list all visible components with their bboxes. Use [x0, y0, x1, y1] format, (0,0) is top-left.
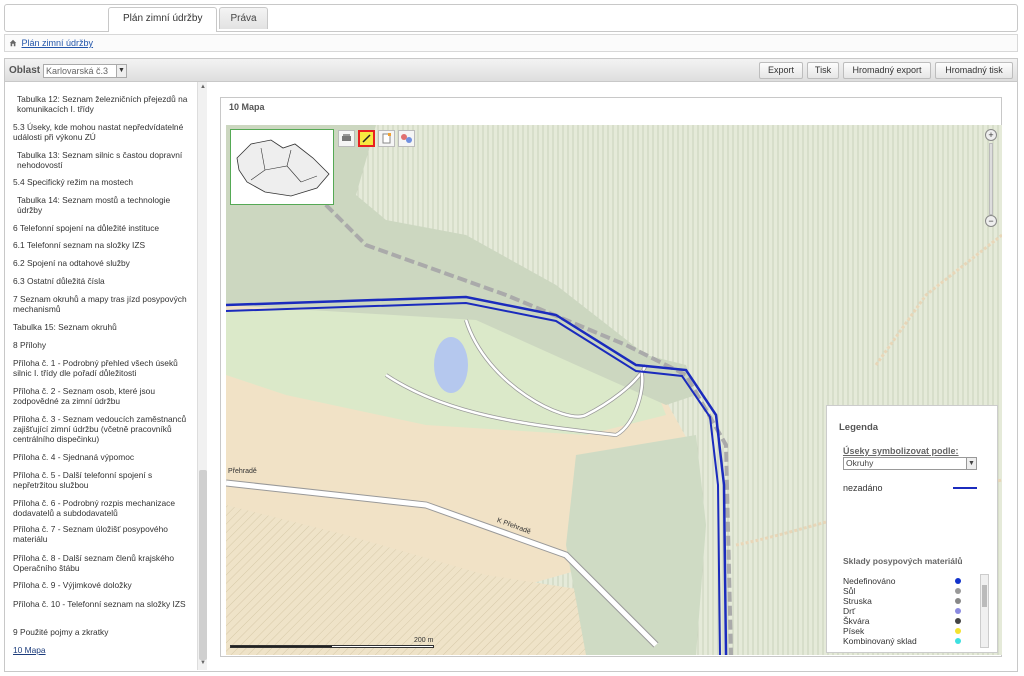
note-icon[interactable] — [378, 130, 395, 147]
legend-symbolize-value: Okruhy — [846, 458, 874, 468]
toc-item[interactable]: Tabulka 15: Seznam okruhů — [13, 322, 193, 332]
toc-item[interactable]: 6.1 Telefonní seznam na složky IZS — [13, 240, 193, 250]
layers-icon[interactable] — [338, 130, 355, 147]
legend-title: Legenda — [839, 422, 879, 433]
toc-item[interactable]: Tabulka 12: Seznam železničních přejezdů… — [17, 94, 197, 114]
toc-item[interactable]: Příloha č. 2 - Seznam osob, které jsou z… — [13, 386, 193, 406]
toc-item[interactable]: Tabulka 13: Seznam silnic s častou dopra… — [17, 150, 197, 170]
legend-symbolize-label: Úseky symbolizovat podle: — [843, 446, 959, 456]
map-panel: 10 Mapa Přehradě K Přehradě + − 200 m Le… — [220, 97, 1002, 657]
legend-scrollbar[interactable] — [980, 574, 989, 648]
legend-unassigned-label: nezadáno — [843, 483, 883, 493]
toc-item[interactable]: 5.3 Úseky, kde mohou nastat nepředvídate… — [13, 122, 193, 142]
legend-row: Škvára — [843, 616, 991, 626]
toc-item[interactable]: Příloha č. 5 - Další telefonní spojení s… — [13, 470, 193, 490]
legend-row: Písek — [843, 626, 991, 636]
tab-plan-zimni-udrzby[interactable]: Plán zimní údržby — [108, 7, 218, 32]
toc-item[interactable]: 6 Telefonní spojení na důležité instituc… — [13, 223, 193, 233]
legend-unassigned-line — [953, 487, 977, 489]
tab-strip: Plán zimní údržby Práva — [108, 4, 270, 32]
road-label: Přehradě — [228, 468, 257, 475]
toc-item[interactable]: Příloha č. 6 - Podrobný rozpis mechaniza… — [13, 498, 193, 518]
bulk-print-button[interactable]: Hromadný tisk — [935, 62, 1013, 79]
zoom-slider[interactable] — [989, 143, 993, 215]
legend-row: Sůl — [843, 586, 991, 596]
map-toolbar — [338, 130, 418, 147]
export-button[interactable]: Export — [759, 62, 803, 79]
toc-item[interactable]: Příloha č. 4 - Sjednaná výpomoc — [13, 452, 193, 462]
toc-item[interactable]: 7 Seznam okruhů a mapy tras jízd posypov… — [13, 294, 193, 314]
overview-map[interactable] — [230, 129, 334, 205]
breadcrumb-link[interactable]: Plán zimní údržby — [22, 38, 94, 48]
legend-icon[interactable] — [398, 130, 415, 147]
map-title: 10 Mapa — [229, 102, 265, 112]
chevron-down-icon: ▼ — [116, 65, 126, 77]
legend-row: Kombinovaný sklad — [843, 636, 991, 646]
scroll-thumb[interactable] — [199, 470, 207, 660]
toc-item[interactable]: Příloha č. 3 - Seznam vedoucích zaměstna… — [13, 414, 193, 444]
toc-item[interactable]: 8 Přílohy — [13, 340, 193, 350]
oblast-select[interactable]: Karlovarská č.3 ▼ — [43, 64, 127, 78]
toc-item[interactable]: Příloha č. 1 - Podrobný přehled všech ús… — [13, 358, 193, 378]
toc-item[interactable]: Příloha č. 7 - Seznam úložišť posypového… — [13, 524, 193, 544]
czech-outline-icon — [236, 139, 330, 197]
toc-item[interactable]: Tabulka 14: Seznam mostů a technologie ú… — [17, 195, 197, 215]
oblast-value: Karlovarská č.3 — [46, 66, 109, 76]
draw-line-icon[interactable] — [358, 130, 375, 147]
toc-item[interactable]: Příloha č. 9 - Výjimkové doložky — [13, 580, 193, 590]
legend-warehouses-title: Sklady posypových materiálů — [843, 556, 963, 566]
map-legend: Legenda Úseky symbolizovat podle: Okruhy… — [826, 405, 998, 653]
bulk-export-button[interactable]: Hromadný export — [843, 62, 931, 79]
toc-item[interactable]: 9 Použité pojmy a zkratky — [13, 627, 193, 637]
toc-item[interactable]: 6.2 Spojení na odtahové služby — [13, 258, 193, 268]
scale-bar — [230, 645, 434, 648]
print-button[interactable]: Tisk — [807, 62, 839, 79]
legend-row: Nedefinováno — [843, 576, 991, 586]
toc-scrollbar[interactable]: ▲ ▼ — [197, 82, 207, 670]
map-canvas[interactable]: Přehradě K Přehradě + − 200 m Legenda Ús… — [226, 125, 1002, 655]
toc-item-active[interactable]: 10 Mapa — [13, 645, 193, 655]
chevron-down-icon: ▼ — [966, 458, 976, 469]
toolbar: Oblast Karlovarská č.3 ▼ Export Tisk Hro… — [4, 58, 1018, 82]
zoom-out-button[interactable]: − — [985, 215, 997, 227]
scroll-up-icon[interactable]: ▲ — [198, 82, 208, 92]
toc-item[interactable]: Příloha č. 8 - Další seznam členů krajsk… — [13, 553, 193, 573]
home-icon[interactable] — [9, 39, 17, 47]
zoom-in-button[interactable]: + — [985, 129, 997, 141]
tab-prava[interactable]: Práva — [219, 7, 268, 29]
zoom-control: + − — [985, 129, 997, 229]
legend-symbolize-select[interactable]: Okruhy ▼ — [843, 457, 977, 470]
table-of-contents: Tabulka 12: Seznam železničních přejezdů… — [5, 82, 205, 670]
scroll-down-icon[interactable]: ▼ — [198, 658, 208, 668]
legend-row: Drť — [843, 606, 991, 616]
toc-item[interactable]: 5.4 Specifický režim na mostech — [13, 177, 193, 187]
oblast-label: Oblast — [9, 65, 41, 76]
legend-warehouses-list: Nedefinováno Sůl Struska Drť Škvára Píse… — [843, 576, 991, 648]
toc-item[interactable]: Příloha č. 10 - Telefonní seznam na slož… — [13, 599, 193, 609]
breadcrumb: Plán zimní údržby — [4, 34, 1018, 52]
legend-row: Struska — [843, 596, 991, 606]
scale-label: 200 m — [414, 637, 434, 644]
toc-item[interactable]: 6.3 Ostatní důležitá čísla — [13, 276, 193, 286]
